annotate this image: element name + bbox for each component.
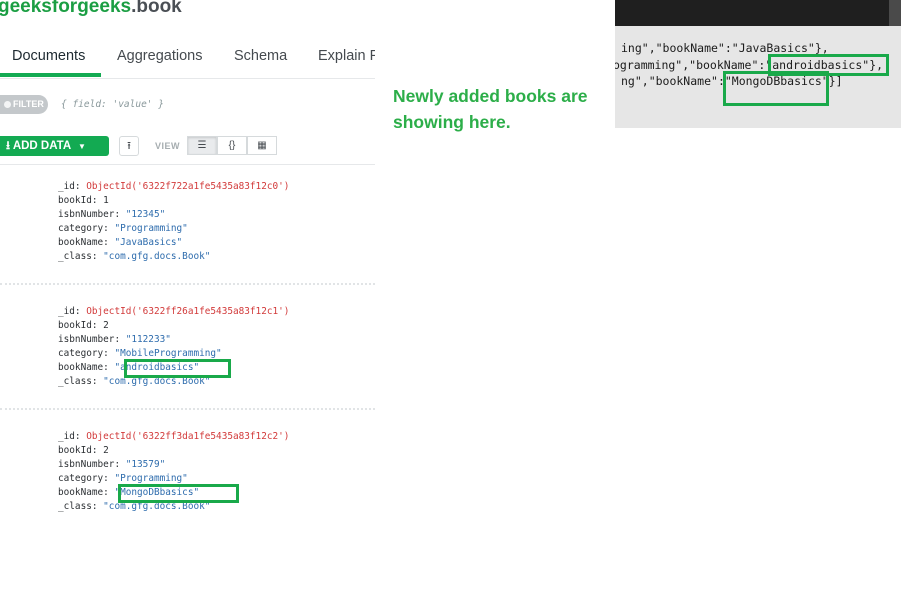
console-scrollbar[interactable] xyxy=(889,0,901,26)
object-id-value: ObjectId('6322ff3da1fe5435a83f12c2') xyxy=(86,431,290,442)
bookid-value: 2 xyxy=(103,320,109,331)
documents-toolbar: ⭳ ADD DATA ▼ ⭱ VIEW ☰ {} ▦ xyxy=(0,128,375,165)
isbn-value: "12345" xyxy=(125,209,166,220)
response-console: ing","bookName":"JavaBasics"}, ogramming… xyxy=(615,0,901,128)
document-card[interactable]: _id: ObjectId('6322f722a1fe5435a83f12c0'… xyxy=(0,180,375,264)
field-bookid: bookId: 2 xyxy=(58,320,109,331)
annotation-text: Newly added books are showing here. xyxy=(393,83,588,135)
compass-panel: geeksforgeeks.book Documents Aggregation… xyxy=(0,0,375,600)
field-class: _class: "com.gfg.docs.Book" xyxy=(58,251,211,262)
isbn-value: "112233" xyxy=(125,334,171,345)
field-id: _id: ObjectId('6322ff3da1fe5435a83f12c2'… xyxy=(58,431,290,442)
list-view-button[interactable]: ☰ xyxy=(187,136,217,155)
document-separator xyxy=(0,408,375,413)
add-data-label: ADD DATA xyxy=(12,140,71,152)
field-id: _id: ObjectId('6322f722a1fe5435a83f12c0'… xyxy=(58,181,290,192)
field-isbn: isbnNumber: "13579" xyxy=(58,459,166,470)
highlight-box-androidbasics xyxy=(124,359,231,378)
console-header xyxy=(615,0,901,26)
filter-button[interactable]: FILTER xyxy=(0,95,48,114)
category-value: "MobileProgramming" xyxy=(114,348,222,359)
bookid-value: 2 xyxy=(103,445,109,456)
category-value: "Programming" xyxy=(114,223,188,234)
bookname-value: "JavaBasics" xyxy=(114,237,183,248)
list-view-icon: ☰ xyxy=(197,140,207,151)
filter-bar: FILTER { field: 'value' } xyxy=(0,90,375,120)
bookid-value: 1 xyxy=(103,195,109,206)
caret-down-icon: ▼ xyxy=(77,142,86,151)
field-bookid: bookId: 1 xyxy=(58,195,109,206)
document-separator xyxy=(0,283,375,288)
export-button[interactable]: ⭱ xyxy=(119,136,139,156)
class-value: "com.gfg.docs.Book" xyxy=(103,251,211,262)
json-view-icon: {} xyxy=(228,140,236,151)
tab-aggregations[interactable]: Aggregations xyxy=(117,48,202,64)
database-name: geeksforgeeks xyxy=(0,0,132,17)
field-category: category: "Programming" xyxy=(58,223,188,234)
filter-input[interactable]: { field: 'value' } xyxy=(61,99,164,110)
field-bookid: bookId: 2 xyxy=(58,445,109,456)
object-id-value: ObjectId('6322f722a1fe5435a83f12c0') xyxy=(86,181,290,192)
tab-bar: Documents Aggregations Schema Explain P xyxy=(0,34,375,79)
highlight-box-console-mongodbbasics xyxy=(723,71,829,106)
category-value: "Programming" xyxy=(114,473,188,484)
annotation-line-1: Newly added books are xyxy=(393,86,588,106)
table-view-button[interactable]: ▦ xyxy=(247,136,277,155)
add-data-button[interactable]: ⭳ ADD DATA ▼ xyxy=(0,136,109,156)
object-id-value: ObjectId('6322ff26a1fe5435a83f12c1') xyxy=(86,306,290,317)
view-label: VIEW xyxy=(155,141,181,151)
tab-schema[interactable]: Schema xyxy=(234,48,287,64)
tab-documents[interactable]: Documents xyxy=(12,48,85,64)
field-bookname: bookName: "JavaBasics" xyxy=(58,237,183,248)
tab-explain-plan[interactable]: Explain P xyxy=(318,48,375,64)
field-id: _id: ObjectId('6322ff26a1fe5435a83f12c1'… xyxy=(58,306,290,317)
upload-icon: ⭱ xyxy=(127,140,131,152)
isbn-value: "13579" xyxy=(125,459,166,470)
namespace-title: geeksforgeeks.book xyxy=(0,0,182,18)
filter-icon xyxy=(4,101,11,108)
active-tab-indicator xyxy=(0,73,101,77)
field-isbn: isbnNumber: "112233" xyxy=(58,334,171,345)
collection-name: .book xyxy=(131,0,182,17)
download-icon: ⭳ xyxy=(6,140,11,152)
annotation-line-2: showing here. xyxy=(393,112,511,132)
json-view-button[interactable]: {} xyxy=(217,136,247,155)
table-view-icon: ▦ xyxy=(257,140,267,151)
highlight-box-mongodbbasics xyxy=(118,484,239,503)
filter-label: FILTER xyxy=(13,99,44,109)
field-isbn: isbnNumber: "12345" xyxy=(58,209,166,220)
